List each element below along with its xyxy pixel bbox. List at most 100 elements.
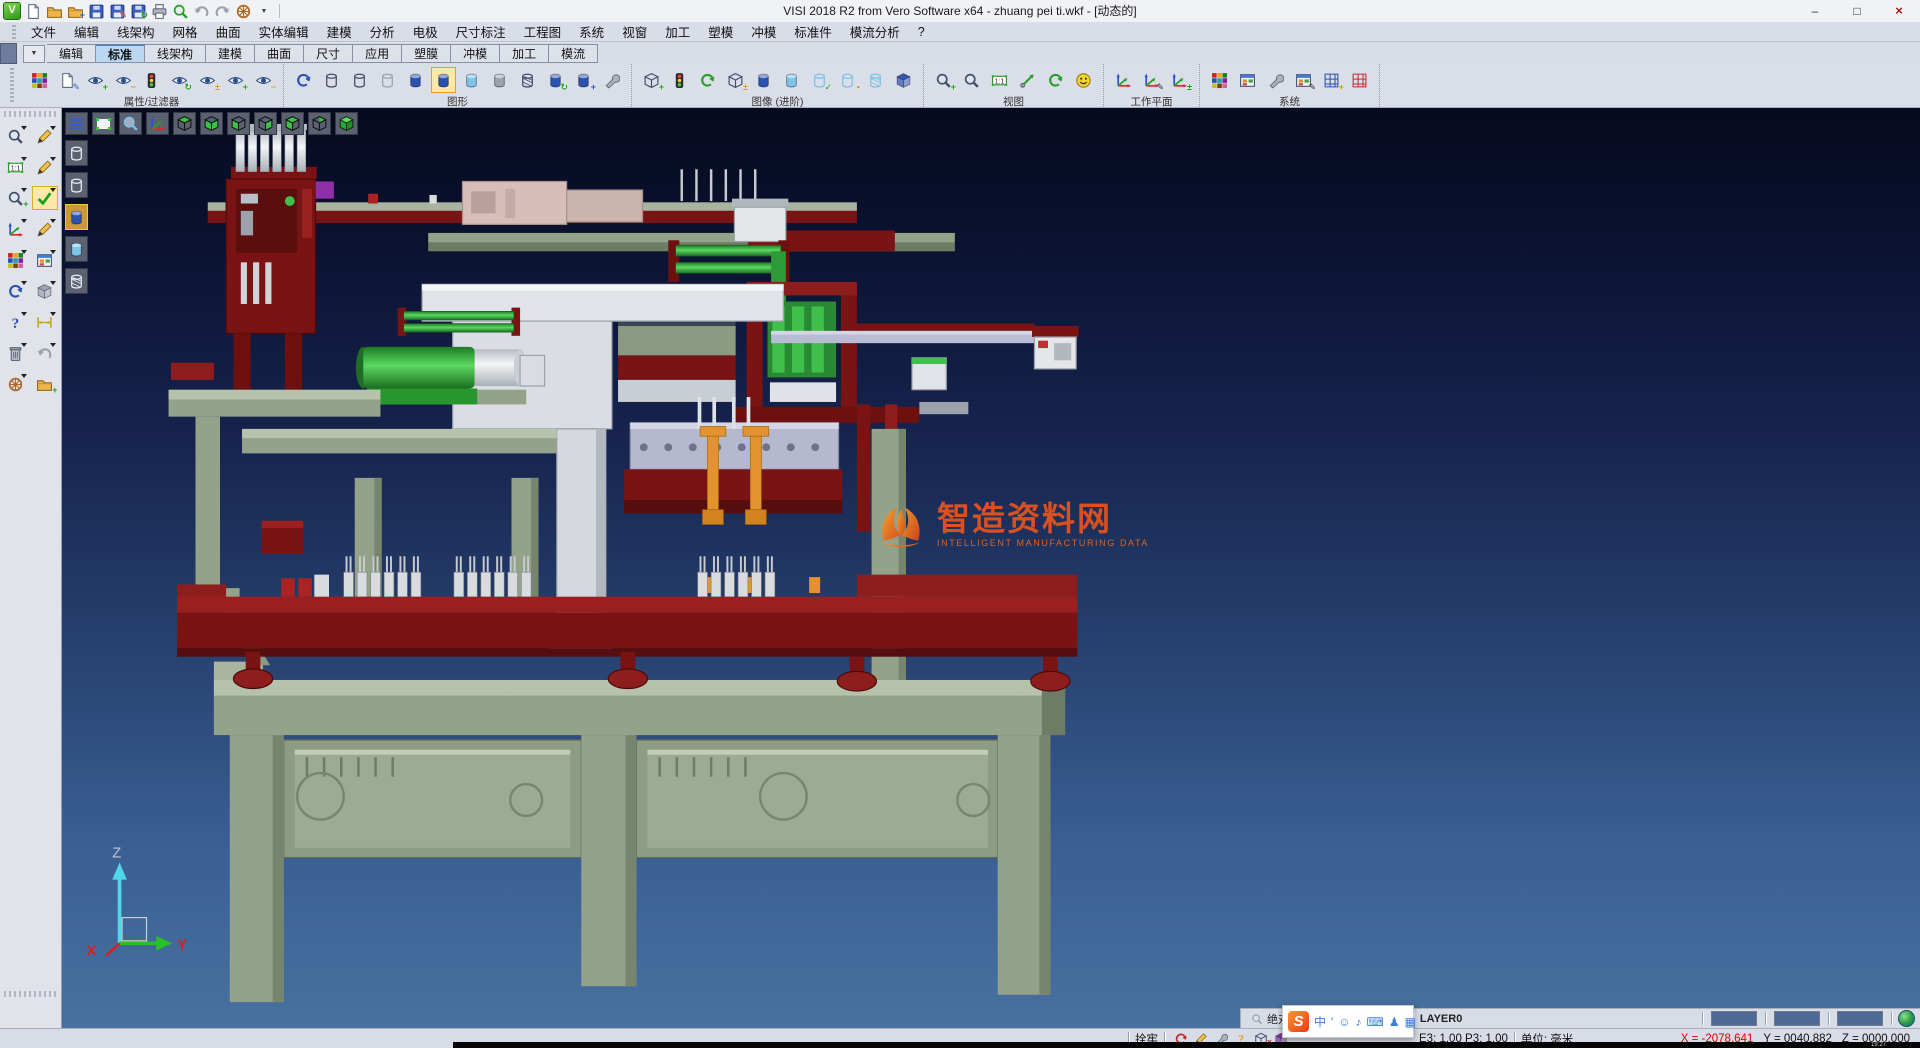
- workplane-triad-icon[interactable]: [146, 112, 169, 135]
- hatched-icon[interactable]: [515, 67, 540, 93]
- dashed-wireframe-icon[interactable]: [375, 67, 400, 93]
- redo-icon[interactable]: [213, 2, 231, 20]
- menu-item-5[interactable]: 实体编辑: [250, 22, 318, 41]
- render-settings-icon[interactable]: [599, 67, 624, 93]
- menu-item-18[interactable]: ?: [909, 25, 934, 39]
- view-left-icon[interactable]: [281, 112, 304, 135]
- spline-pencil-icon[interactable]: [32, 155, 58, 179]
- menu-item-0[interactable]: 文件: [22, 22, 65, 41]
- menu-item-9[interactable]: 尺寸标注: [447, 22, 515, 41]
- help-question-icon[interactable]: [3, 310, 29, 334]
- menu-item-10[interactable]: 工程图: [515, 22, 571, 41]
- solid-cube-icon[interactable]: [32, 279, 58, 303]
- menu-item-14[interactable]: 塑模: [699, 22, 742, 41]
- zoom-1-1-icon[interactable]: [987, 67, 1012, 93]
- menu-item-11[interactable]: 系统: [570, 22, 613, 41]
- show-entities-icon[interactable]: [83, 67, 108, 93]
- hide-entities-icon[interactable]: [111, 67, 136, 93]
- tab-9[interactable]: 加工: [500, 44, 549, 63]
- grid-settings-icon[interactable]: [1347, 67, 1372, 93]
- view-front-icon[interactable]: [227, 112, 250, 135]
- menu-item-13[interactable]: 加工: [656, 22, 699, 41]
- display-wireframe-icon[interactable]: [65, 140, 88, 166]
- tab-7[interactable]: 塑膜: [402, 44, 451, 63]
- menu-item-16[interactable]: 标准件: [785, 22, 841, 41]
- transparent-shaded-icon[interactable]: [459, 67, 484, 93]
- flag-solid-icon[interactable]: [835, 67, 860, 93]
- attributes-palette-icon[interactable]: [3, 248, 29, 272]
- tab-6[interactable]: 应用: [353, 44, 402, 63]
- view-top-icon[interactable]: [173, 112, 196, 135]
- navigate-wheel-icon[interactable]: [3, 372, 29, 396]
- regen-icon[interactable]: [291, 67, 316, 93]
- copy-shading-icon[interactable]: [571, 67, 596, 93]
- menu-item-17[interactable]: 模流分析: [841, 22, 909, 41]
- view-menu-icon[interactable]: [65, 112, 88, 135]
- open-folder-icon[interactable]: [45, 2, 63, 20]
- close-button[interactable]: ×: [1878, 1, 1920, 22]
- ime-brand-icon[interactable]: S: [1288, 1011, 1309, 1032]
- refresh-visibility-icon[interactable]: [167, 67, 192, 93]
- tab-0[interactable]: 编辑: [47, 44, 96, 63]
- taskbar-strip[interactable]: 19:27: [453, 1042, 1920, 1048]
- toggle-solids-icon[interactable]: [723, 67, 748, 93]
- view-right-icon[interactable]: [254, 112, 277, 135]
- ime-lang-icon[interactable]: 中: [1314, 1016, 1326, 1028]
- sketch-pencil-icon[interactable]: [32, 124, 58, 148]
- recent-files-icon[interactable]: [234, 2, 252, 20]
- solid-cube-icon[interactable]: [891, 67, 916, 93]
- globe-icon[interactable]: [1898, 1010, 1915, 1027]
- ime-voice-icon[interactable]: ♪: [1356, 1016, 1362, 1028]
- filter-traffic-light-icon[interactable]: [139, 67, 164, 93]
- color-swatch-1[interactable]: [1711, 1011, 1757, 1026]
- ime-emoji-icon[interactable]: ☺: [1338, 1016, 1350, 1028]
- preferences-icon[interactable]: [1263, 67, 1288, 93]
- zoom-plus-icon[interactable]: [3, 186, 29, 210]
- system-settings-icon[interactable]: [1235, 67, 1260, 93]
- view-observer-icon[interactable]: [1071, 67, 1096, 93]
- ime-keyboard-icon[interactable]: ⌨: [1367, 1016, 1384, 1028]
- save-icon[interactable]: [87, 2, 105, 20]
- tab-dropdown-button[interactable]: ▼: [23, 45, 45, 63]
- print-preview-icon[interactable]: [171, 2, 189, 20]
- validate-check-icon[interactable]: [32, 186, 58, 210]
- tab-3[interactable]: 建模: [206, 44, 255, 63]
- align-workplane-icon[interactable]: [1167, 67, 1192, 93]
- regen-refresh-icon[interactable]: [3, 279, 29, 303]
- window-options-icon[interactable]: [1291, 67, 1316, 93]
- menu-item-6[interactable]: 建模: [318, 22, 361, 41]
- save-as-icon[interactable]: [108, 2, 126, 20]
- add-solids-icon[interactable]: [639, 67, 664, 93]
- zoom-window-icon[interactable]: [92, 112, 115, 135]
- ime-account-icon[interactable]: ♟: [1389, 1016, 1400, 1028]
- color-palette-icon[interactable]: [1207, 67, 1232, 93]
- view-bottom-icon[interactable]: [200, 112, 223, 135]
- flat-shaded-icon[interactable]: [487, 67, 512, 93]
- view-iso-icon[interactable]: [335, 112, 358, 135]
- import-file-icon[interactable]: [66, 2, 84, 20]
- curve-edit-icon[interactable]: [32, 217, 58, 241]
- light-solid-icon[interactable]: [779, 67, 804, 93]
- wireframe-icon[interactable]: [319, 67, 344, 93]
- tab-5[interactable]: 尺寸: [304, 44, 353, 63]
- menu-item-7[interactable]: 分析: [361, 22, 404, 41]
- color-swatch-2[interactable]: [1774, 1011, 1820, 1026]
- shaded-edges-icon-selected[interactable]: [431, 67, 456, 93]
- menu-item-12[interactable]: 视窗: [613, 22, 656, 41]
- selection-zoom-icon[interactable]: [3, 124, 29, 148]
- measure-distance-icon[interactable]: [32, 310, 58, 334]
- recent-files-dropdown-icon[interactable]: ▼: [255, 2, 273, 20]
- maximize-button[interactable]: □: [1836, 1, 1878, 22]
- menu-item-15[interactable]: 冲模: [742, 22, 785, 41]
- 3d-viewport[interactable]: Z Y X 智造资料网 INTELLIGENT MANUFACTURING DA…: [62, 108, 1920, 1028]
- tab-10[interactable]: 模流: [549, 44, 598, 63]
- zoom-dynamic-icon[interactable]: [119, 112, 142, 135]
- menu-item-8[interactable]: 电极: [404, 22, 447, 41]
- paint-attributes-icon[interactable]: [27, 67, 52, 93]
- print-icon[interactable]: [150, 2, 168, 20]
- zoom-extents-icon[interactable]: [959, 67, 984, 93]
- hide-all-icon[interactable]: [251, 67, 276, 93]
- menu-item-1[interactable]: 编辑: [65, 22, 108, 41]
- shaded-solid-icon[interactable]: [751, 67, 776, 93]
- open-project-icon[interactable]: [32, 372, 58, 396]
